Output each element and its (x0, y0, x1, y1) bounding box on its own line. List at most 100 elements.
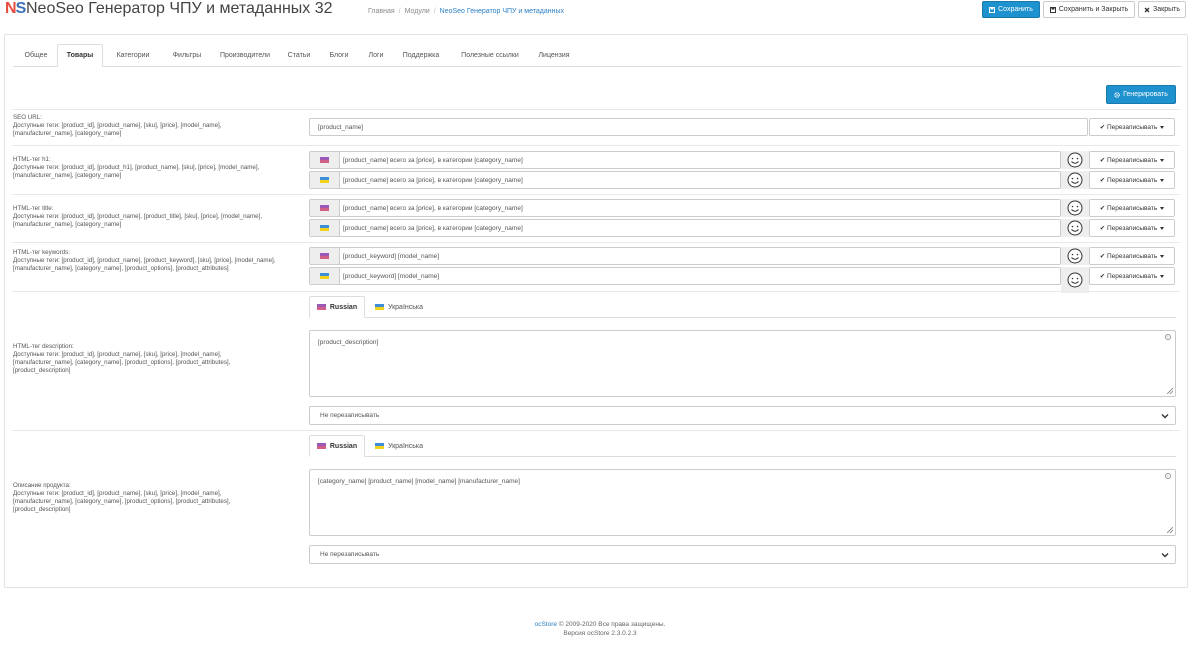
seo-url-label: SEO URL: Доступные теги: [product_id], [… (13, 114, 222, 137)
row-divider (12, 145, 1180, 146)
title-input-ru[interactable]: [product_name] всего за [price], в катег… (309, 199, 1061, 217)
tab-lang-russian[interactable]: Russian (309, 296, 365, 318)
tab-lang-ukrainian[interactable]: Українська (369, 296, 429, 318)
caret-down-icon (1160, 226, 1165, 230)
check-icon: ✔ (1099, 205, 1107, 212)
emoji-button[interactable] (1061, 247, 1089, 265)
save-and-close-button[interactable]: Сохранить и Закрыть (1043, 1, 1135, 18)
emoji-button[interactable] (1061, 267, 1089, 293)
title-tag-label: HTML-тег title: Доступные теги: [product… (13, 205, 263, 228)
h1-ru-overwrite-dropdown[interactable]: ✔ Перезаписывать (1089, 151, 1175, 169)
tab-license[interactable]: Лицензия (531, 44, 577, 67)
title-ua-overwrite-dropdown[interactable]: ✔ Перезаписывать (1089, 219, 1175, 237)
tab-categories[interactable]: Категории (106, 44, 160, 67)
close-button[interactable]: Закрыть (1138, 1, 1186, 18)
keywords-ru-overwrite-dropdown[interactable]: ✔ Перезаписывать (1089, 247, 1175, 265)
flag-ru-icon (316, 443, 326, 449)
emoji-button[interactable] (1061, 219, 1089, 237)
flag-ua-icon (310, 220, 340, 236)
flag-ru-icon (310, 200, 340, 216)
tab-general[interactable]: Общее (17, 44, 55, 67)
keywords-input-ru[interactable]: [product_keyword] [model_name] (309, 247, 1061, 265)
tab-useful-links[interactable]: Полезные ссылки (453, 44, 527, 67)
tab-articles[interactable]: Статьи (281, 44, 317, 67)
info-icon: i (1165, 473, 1171, 479)
product-desc-label: Описание продукта: Доступные теги: [prod… (13, 482, 231, 513)
page-header: NS NeoSeo Генератор ЧПУ и метаданных 32 … (0, 0, 1200, 22)
tab-lang-russian[interactable]: Russian (309, 435, 365, 457)
close-icon (1144, 7, 1150, 12)
resize-handle-icon[interactable] (1167, 388, 1173, 394)
smiley-icon (1067, 220, 1083, 236)
flag-ru-icon (316, 304, 326, 310)
gear-icon (1114, 91, 1120, 98)
floppy-icon (1049, 6, 1056, 13)
save-button[interactable]: Сохранить (982, 1, 1040, 18)
footer: ocStore © 2009-2020 Все права защищены. … (0, 620, 1200, 638)
seo-url-input[interactable]: [product_name] (309, 118, 1088, 136)
check-icon: ✔ (1099, 124, 1107, 131)
neoseo-logo: NS (5, 0, 26, 17)
seo-url-overwrite-dropdown[interactable]: ✔ Перезаписывать (1089, 118, 1175, 136)
chevron-down-icon (1161, 553, 1169, 558)
info-icon: i (1165, 334, 1171, 340)
tab-lang-ukrainian[interactable]: Українська (369, 435, 429, 457)
description-label: HTML-тег description: Доступные теги: [p… (13, 343, 231, 374)
product-desc-language-tabs: Russian Українська (309, 435, 1176, 457)
footer-ocstore-link[interactable]: ocStore (535, 621, 557, 628)
keywords-label: HTML-тег keywords: Доступные теги: [prod… (13, 249, 276, 272)
row-divider (12, 109, 1180, 110)
product-desc-textarea[interactable]: [category_name] [product_name] [model_na… (309, 469, 1176, 536)
keywords-ua-overwrite-dropdown[interactable]: ✔ Перезаписывать (1089, 267, 1175, 285)
breadcrumb: Главная / Модули / NeoSeo Генератор ЧПУ и ме… (368, 8, 565, 15)
flag-ua-icon (374, 304, 384, 310)
check-icon: ✔ (1099, 225, 1107, 232)
emoji-button[interactable] (1061, 151, 1089, 169)
description-textarea[interactable]: [product_description] i (309, 330, 1176, 397)
h1-ua-overwrite-dropdown[interactable]: ✔ Перезаписывать (1089, 171, 1175, 189)
emoji-button[interactable] (1061, 199, 1089, 217)
keywords-input-ua[interactable]: [product_keyword] [model_name] (309, 267, 1061, 285)
product-desc-mode-select[interactable]: Не перезаписывать (309, 545, 1176, 564)
smiley-icon (1067, 248, 1083, 264)
check-icon: ✔ (1099, 273, 1107, 280)
title-input-ua[interactable]: [product_name] всего за [price], в катег… (309, 219, 1061, 237)
row-divider (12, 194, 1180, 195)
description-language-tabs: Russian Українська (309, 296, 1176, 318)
breadcrumb-current[interactable]: NeoSeo Генератор ЧПУ и метаданных (440, 8, 564, 15)
caret-down-icon (1160, 125, 1165, 129)
main-tabs: Общее Товары Категории Фильтры Производи… (13, 44, 1181, 67)
smiley-icon (1067, 200, 1083, 216)
description-mode-select[interactable]: Не перезаписывать (309, 406, 1176, 425)
resize-handle-icon[interactable] (1167, 527, 1173, 533)
flag-ua-icon (310, 172, 340, 188)
breadcrumb-modules[interactable]: Модули (405, 8, 430, 15)
check-icon: ✔ (1099, 157, 1107, 164)
caret-down-icon (1160, 254, 1165, 258)
title-ru-overwrite-dropdown[interactable]: ✔ Перезаписывать (1089, 199, 1175, 217)
flag-ua-icon (310, 268, 340, 284)
row-divider (12, 291, 1180, 292)
caret-down-icon (1160, 206, 1165, 210)
h1-input-ru[interactable]: [product_name] всего за [price], в катег… (309, 151, 1061, 169)
footer-version: Версия ocStore 2.3.0.2.3 (563, 630, 637, 637)
flag-ru-icon (310, 248, 340, 264)
tab-blogs[interactable]: Блоги (322, 44, 356, 67)
generate-button[interactable]: Генерировать (1106, 85, 1176, 104)
smiley-icon (1067, 272, 1083, 288)
caret-down-icon (1160, 274, 1165, 278)
tab-support[interactable]: Поддержка (395, 44, 447, 67)
h1-input-ua[interactable]: [product_name] всего за [price], в катег… (309, 171, 1061, 189)
footer-copyright: © 2009-2020 Все права защищены. (557, 621, 666, 628)
breadcrumb-home[interactable]: Главная (368, 8, 395, 15)
tab-filters[interactable]: Фильтры (163, 44, 211, 67)
tab-products[interactable]: Товары (57, 44, 103, 67)
row-divider (12, 242, 1180, 243)
check-icon: ✔ (1099, 253, 1107, 260)
chevron-down-icon (1161, 414, 1169, 419)
tab-manufacturers[interactable]: Производители (213, 44, 277, 67)
tab-logs[interactable]: Логи (361, 44, 391, 67)
caret-down-icon (1160, 158, 1165, 162)
floppy-icon (989, 6, 996, 13)
emoji-button[interactable] (1061, 171, 1089, 189)
